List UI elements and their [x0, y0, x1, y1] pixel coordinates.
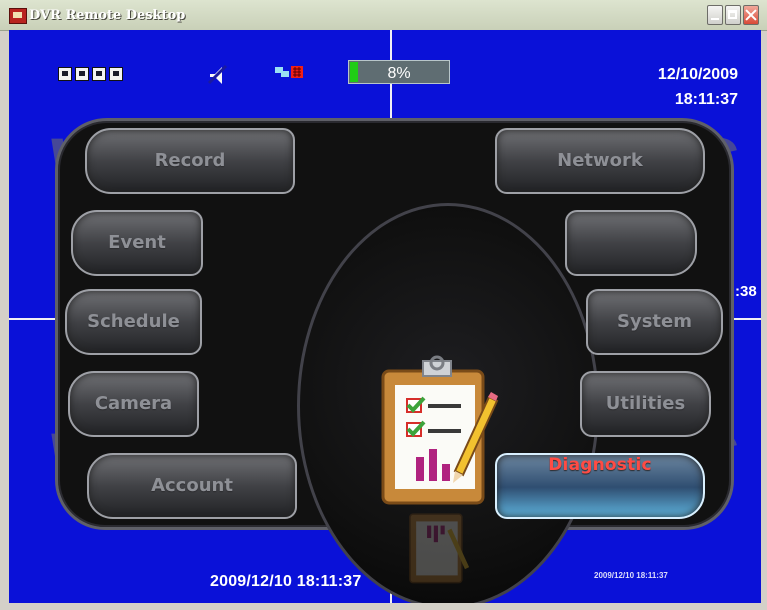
small-time-stamp: 2009/12/10 18:11:37 — [594, 571, 668, 580]
menu-item-network[interactable]: Network — [495, 128, 705, 194]
menu-item-schedule[interactable]: Schedule — [65, 289, 202, 355]
dvr-remote-desktop-window: DVR Remote Desktop V S V S 8% — [0, 0, 767, 610]
camera-status-icons — [58, 67, 123, 81]
app-icon — [9, 8, 27, 24]
menu-item-utilities[interactable]: Utilities — [580, 371, 711, 437]
diagnostic-clipboard-reflection — [409, 513, 470, 584]
window-title: DVR Remote Desktop — [29, 8, 186, 23]
mute-icon — [207, 64, 228, 85]
dvr-screen: V S V S 8% 12/10/2009 18:11:37 :38 — [9, 30, 761, 603]
title-bar: DVR Remote Desktop — [0, 0, 767, 31]
camera-2-icon — [75, 67, 89, 81]
hdd-usage-bar: 8% — [348, 60, 450, 84]
diagnostic-clipboard-icon — [381, 355, 499, 505]
current-date: 12/10/2009 — [657, 66, 738, 83]
main-menu-panel: Record Event Schedule Camera Account Net… — [55, 118, 734, 603]
minimize-button[interactable] — [707, 5, 723, 25]
close-button[interactable] — [743, 5, 759, 25]
maximize-button[interactable] — [725, 5, 741, 25]
menu-item-system[interactable]: System — [586, 289, 723, 355]
camera-4-icon — [109, 67, 123, 81]
network-recording-icon — [275, 66, 303, 78]
partial-time-overlay: :38 — [735, 283, 757, 300]
menu-item-event[interactable]: Event — [71, 210, 203, 276]
current-time: 18:11:37 — [674, 91, 738, 108]
camera-3-icon — [92, 67, 106, 81]
menu-item-record[interactable]: Record — [85, 128, 295, 194]
menu-item-account[interactable]: Account — [87, 453, 297, 519]
camera-1-icon — [58, 67, 72, 81]
menu-item-blank[interactable] — [565, 210, 697, 276]
menu-item-diagnostic[interactable]: Diagnostic — [495, 453, 705, 519]
hdd-usage-text: 8% — [387, 65, 411, 82]
bottom-time-stamp: 2009/12/10 18:11:37 — [210, 573, 362, 590]
menu-item-camera[interactable]: Camera — [68, 371, 199, 437]
